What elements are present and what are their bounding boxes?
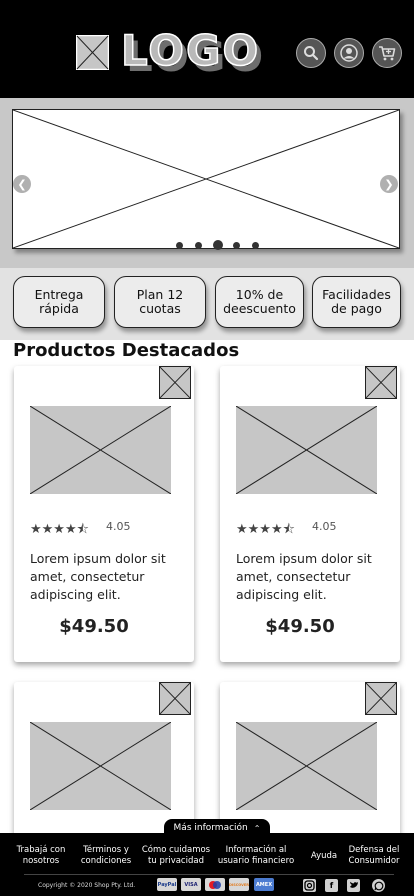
search-icon [304, 46, 319, 61]
carousel-indicators [0, 240, 414, 252]
product-card[interactable] [220, 682, 400, 842]
product-card[interactable]: ★★★★⯪ 4.05 Lorem ipsum dolor sit amet, c… [14, 366, 194, 662]
more-info-label: Más información [173, 823, 248, 833]
twitter-icon[interactable] [347, 879, 360, 892]
product-card[interactable]: ★★★★⯪ 4.05 Lorem ipsum dolor sit amet, c… [220, 366, 400, 662]
amex-icon: AMEX [254, 878, 274, 891]
product-description: Lorem ipsum dolor sit amet, consectetur … [236, 551, 372, 602]
paypal-icon: PayPal [157, 878, 177, 891]
footer-link-financial-info[interactable]: Información al usuario financiero [216, 845, 296, 867]
carousel-slide[interactable] [12, 109, 400, 249]
carousel-dot[interactable] [195, 242, 202, 249]
rating-value: 4.05 [312, 520, 337, 533]
carousel-dot[interactable] [176, 242, 183, 249]
cart-icon [379, 46, 396, 61]
logo-text[interactable]: LOGO [120, 25, 260, 76]
section-title: Productos Destacados [13, 340, 240, 361]
product-description: Lorem ipsum dolor sit amet, consectetur … [30, 551, 166, 602]
mastercard-icon [205, 878, 225, 891]
chevron-up-icon: ⌃ [253, 823, 261, 833]
carousel-dot[interactable] [252, 242, 259, 249]
carousel-prev-button[interactable]: ❮ [13, 175, 31, 193]
rating-stars-icon: ★★★★⯪ [30, 522, 89, 537]
favorite-placeholder-icon[interactable] [159, 366, 191, 399]
product-price: $49.50 [265, 616, 335, 637]
product-card[interactable] [14, 682, 194, 842]
chevron-left-icon: ❮ [17, 177, 27, 191]
product-image-placeholder-icon [30, 406, 171, 494]
whatsapp-icon[interactable] [372, 879, 385, 892]
product-price: $49.50 [59, 616, 129, 637]
rating-stars-icon: ★★★★⯪ [236, 522, 295, 537]
carousel-dot[interactable] [233, 242, 240, 249]
chevron-right-icon: ❯ [384, 177, 394, 191]
features-bar: Entrega rápida Plan 12 cuotas 10% de dee… [0, 268, 414, 340]
carousel-next-button[interactable]: ❯ [380, 175, 398, 193]
favorite-placeholder-icon[interactable] [365, 682, 397, 715]
copyright: Copyright © 2020 Shop Pty. Ltd. [38, 882, 136, 889]
rating-value: 4.05 [106, 520, 131, 533]
facebook-icon[interactable]: f [325, 879, 338, 892]
slide-image-placeholder-icon [12, 109, 400, 249]
search-button[interactable] [296, 38, 326, 68]
footer-divider [24, 874, 394, 875]
header: LOGO [0, 0, 414, 98]
feature-payment-options[interactable]: Facilidades de pago [312, 276, 401, 328]
footer-link-work-with-us[interactable]: Trabajá con nosotros [10, 845, 72, 867]
feature-12-installments[interactable]: Plan 12 cuotas [114, 276, 206, 328]
product-image-placeholder-icon [236, 722, 377, 810]
footer-link-consumer-defense[interactable]: Defensa del Consumidor [346, 845, 402, 867]
footer-link-terms[interactable]: Términos y condiciones [76, 845, 136, 867]
feature-discount[interactable]: 10% de deescuento [215, 276, 304, 328]
favorite-placeholder-icon[interactable] [365, 366, 397, 399]
user-icon [340, 44, 358, 62]
feature-fast-delivery[interactable]: Entrega rápida [13, 276, 105, 328]
carousel-dot-active[interactable] [213, 240, 223, 250]
favorite-placeholder-icon[interactable] [159, 682, 191, 715]
instagram-icon[interactable] [303, 879, 316, 892]
account-button[interactable] [334, 38, 364, 68]
product-image-placeholder-icon [30, 722, 171, 810]
footer-link-privacy[interactable]: Cómo cuidamos tu privacidad [140, 845, 212, 867]
footer: Trabajá con nosotros Términos y condicio… [0, 833, 414, 896]
logo-image-placeholder-icon [76, 35, 109, 70]
product-image-placeholder-icon [236, 406, 377, 494]
footer-link-help[interactable]: Ayuda [304, 851, 344, 862]
cart-button[interactable] [372, 38, 402, 68]
visa-icon: VISA [181, 878, 201, 891]
discover-icon: DISCOVER [229, 878, 249, 891]
